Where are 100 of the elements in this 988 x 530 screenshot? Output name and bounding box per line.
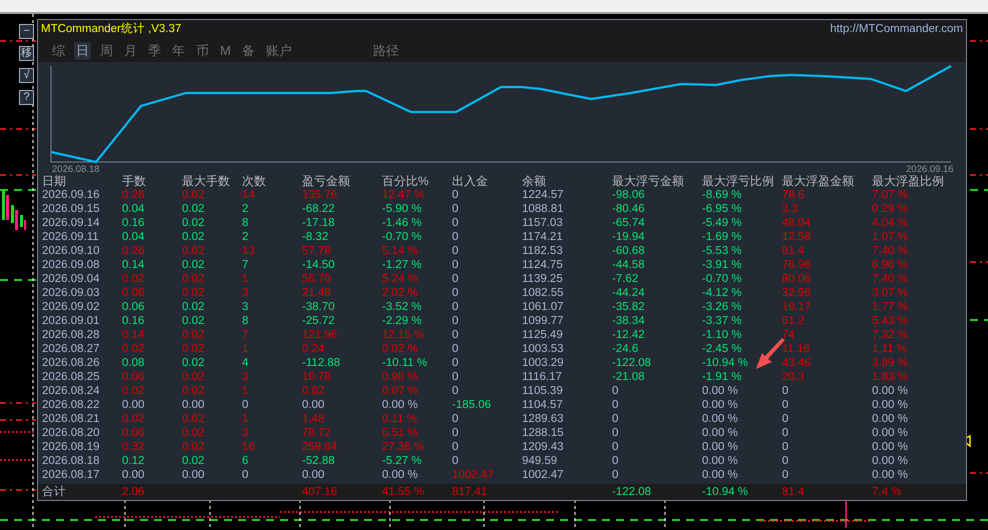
table-cell: 0.02 [122, 385, 144, 397]
tab[interactable]: 月 [122, 42, 139, 60]
tab[interactable]: 日 [74, 42, 91, 60]
table-cell: 1 [242, 343, 248, 355]
table-cell: 0.11 % [382, 413, 417, 425]
table-cell: 2026.08.28 [42, 329, 100, 341]
table-cell: 1 [242, 385, 248, 397]
table-cell: 78.72 [302, 427, 331, 439]
table-cell: 0.06 [122, 301, 144, 313]
table-cell: 1061.07 [522, 301, 564, 313]
table-cell: -5.90 % [382, 203, 422, 215]
table-cell: 0 [612, 427, 618, 439]
table-cell: 2026.08.20 [42, 427, 100, 439]
table-cell: 1209.43 [522, 441, 564, 453]
table-cell: 0 [452, 259, 458, 271]
table-cell: 0.24 [302, 343, 324, 355]
table-cell: -122.08 [612, 357, 652, 369]
table-cell: 4 [242, 357, 248, 369]
table-cell: 7.40 % [872, 273, 908, 285]
column-header: 手数 [122, 174, 146, 188]
table-cell: 8 [242, 315, 248, 327]
tab[interactable]: M [218, 42, 233, 60]
website-link[interactable]: http://MTCommander.com [830, 21, 963, 39]
table-cell: 0.02 [182, 301, 204, 313]
table-cell: 0.07 % [382, 385, 418, 397]
table-cell: 7 [242, 329, 248, 341]
tab[interactable]: 备 [240, 42, 257, 60]
side-button[interactable]: ? [19, 90, 34, 105]
table-cell: 0 [452, 385, 458, 397]
table-cell: 1289.63 [522, 413, 564, 425]
table-cell: 1125.49 [522, 329, 563, 341]
table-cell: 12.58 [782, 231, 811, 243]
side-button[interactable]: 移 [19, 46, 34, 61]
table-cell: 0 [452, 413, 458, 425]
side-button[interactable]: √ [19, 68, 34, 83]
table-cell: 0 [452, 357, 458, 369]
table-cell: 0.00 % [872, 413, 908, 425]
table-cell: -10.94 % [702, 486, 748, 498]
table-cell: 1002.47 [452, 469, 494, 481]
table-cell: -2.29 % [382, 315, 422, 327]
table-cell: 0 [452, 343, 458, 355]
table-cell: -122.08 [612, 486, 652, 498]
table-cell: 0.04 [122, 231, 144, 243]
table-cell: -68.22 [302, 203, 335, 215]
table-cell: 1182.53 [522, 245, 563, 257]
table-cell: -60.68 [612, 245, 645, 257]
table-cell: 1088.81 [522, 203, 564, 215]
marker-line [845, 500, 847, 528]
table-cell: 0.00 % [702, 427, 738, 439]
column-header: 最大浮盈比例 [872, 174, 944, 188]
table-cell: 2026.08.21 [42, 413, 100, 425]
table-cell: 1105.39 [522, 385, 563, 397]
table-cell: 0.26 [122, 245, 144, 257]
table-cell: 2026.09.16 [42, 189, 100, 201]
table-cell: 3 [242, 427, 248, 439]
table-cell: 2026.08.22 [42, 399, 100, 411]
tab[interactable]: 周 [98, 42, 115, 60]
table-cell: 0.04 [122, 203, 144, 215]
tab[interactable]: 路径 [370, 42, 401, 60]
table-cell: 3.3 [782, 203, 798, 215]
table-cell: 0.02 [182, 371, 204, 383]
tab[interactable]: 币 [194, 42, 211, 60]
table-cell: 2026.09.01 [42, 315, 100, 327]
table-cell: 1082.55 [522, 287, 564, 299]
table-cell: 1174.21 [522, 231, 563, 243]
table-cell: 0 [452, 301, 458, 313]
table-cell: 0 [612, 455, 618, 467]
table-cell: 0.02 [182, 203, 204, 215]
table-cell: 0 [782, 385, 788, 397]
table-cell: 1.07 % [872, 231, 908, 243]
table-cell: 0.00 % [872, 385, 908, 397]
table-cell: 3 [242, 371, 248, 383]
table-cell: 0.14 [122, 259, 144, 271]
table-cell: 1002.47 [522, 469, 564, 481]
table-cell: 0.02 [122, 413, 144, 425]
table-cell: 2026.08.27 [42, 343, 100, 355]
table-cell: -8.69 % [702, 189, 742, 201]
table-cell: 6.51 % [382, 427, 418, 439]
tab[interactable]: 年 [170, 42, 187, 60]
tab[interactable]: 综 [50, 42, 67, 60]
tab[interactable]: 季 [146, 42, 163, 60]
side-button[interactable]: − [19, 24, 34, 39]
column-header: 盈亏金额 [302, 174, 350, 188]
table-cell: 0.00 [182, 469, 204, 481]
table-cell: 0.02 % [382, 343, 418, 355]
table-cell: 4.04 % [872, 217, 908, 229]
table-cell: 2 [242, 231, 248, 243]
window-title: MTCommander统计 ,V3.37 [41, 22, 182, 38]
table-cell: 0.16 [122, 217, 144, 229]
table-cell: 0.00 [302, 469, 324, 481]
table-cell: -3.37 % [702, 315, 742, 327]
table-cell: 0.32 [122, 441, 144, 453]
table-cell: -6.95 % [702, 203, 742, 215]
table-cell: 0 [242, 469, 248, 481]
table-cell: 1 [242, 273, 248, 285]
table-cell: 2026.09.11 [42, 231, 99, 243]
tab[interactable]: 账户 [264, 42, 294, 60]
table-cell: -10.94 % [702, 357, 748, 369]
table-cell: -25.72 [302, 315, 335, 327]
table-cell: 7.40 % [872, 245, 908, 257]
